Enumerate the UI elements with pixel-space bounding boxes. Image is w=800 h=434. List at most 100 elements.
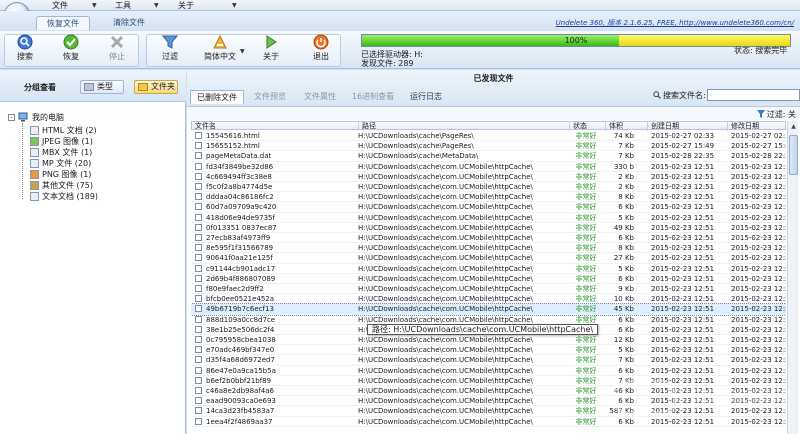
view-by-type-button[interactable]: 类型 [80,80,124,94]
row-status: 非常好 [575,417,597,426]
row-checkbox[interactable] [195,325,202,333]
table-row[interactable]: 15655152.html H:\UCDownloads\cache\PageRe… [191,141,786,152]
table-row[interactable]: 60d7a09709a9c420 H:\UCDownloads\cache\com… [191,202,786,213]
tab-recover-files[interactable]: 恢复文件 [36,16,90,30]
tree-root-my-computer[interactable]: - 我的电脑 [8,112,178,123]
row-checkbox[interactable] [195,397,202,405]
row-size: 7 Kb [618,142,634,151]
row-checkbox[interactable] [195,213,202,221]
col-header-modified[interactable]: 修改日期 [727,122,787,131]
row-checkbox[interactable] [195,193,202,201]
tree-item[interactable]: MP 文件 (20) [30,158,190,169]
col-header-filename[interactable]: 文件名 [192,122,358,131]
table-row[interactable]: 15545616.html H:\UCDownloads\cache\PageRe… [191,131,786,142]
table-row[interactable]: 90641f0aa21e125f H:\UCDownloads\cache\com… [191,253,786,264]
table-row[interactable]: pageMetaData.dat H:\UCDownloads\cache\Met… [191,151,786,162]
row-checkbox[interactable] [195,387,202,394]
tab-wipe-files[interactable]: 清除文件 [102,16,156,30]
col-header-status[interactable]: 状态 [569,122,605,131]
tree-item[interactable]: PNG 图像 (1) [30,169,190,180]
tree-item[interactable]: 文本文档 (189) [30,191,190,202]
tree-item[interactable]: JPEG 图像 (1) [30,136,190,147]
table-row[interactable]: bfcb0ee0521e452a H:\UCDownloads\cache\com… [191,294,786,305]
row-checkbox[interactable] [195,162,202,170]
tab-run-log[interactable]: 运行日志 [403,90,449,104]
tab-file-properties[interactable]: 文件属性 [297,90,343,104]
table-row[interactable]: 0f013351 0837ec87 H:\UCDownloads\cache\co… [191,223,786,233]
tree-item[interactable]: 其他文件 (75) [30,180,190,191]
view-by-folder-label: 文件夹 [151,82,175,91]
language-dropdown-arrow-icon[interactable]: ▼ [240,48,245,55]
tab-deleted-files[interactable]: 已删除文件 [190,90,244,104]
table-row[interactable]: f80e9faec2d9ff2 H:\UCDownloads\cache\com.… [191,284,786,295]
tab-hex-view[interactable]: 16进制查看 [347,90,399,104]
scroll-up-arrow-icon[interactable]: ▲ [789,122,798,132]
row-checkbox[interactable] [195,366,202,374]
tree-item[interactable]: HTML 文档 (2) [30,125,190,136]
table-row[interactable]: 418d06e94de9735f H:\UCDownloads\cache\com… [191,213,786,223]
table-row[interactable]: d35f4a68d6972ed7 H:\UCDownloads\cache\com… [191,355,786,366]
table-row[interactable]: 2d69b4f886807089 H:\UCDownloads\cache\com… [191,274,786,284]
row-checkbox[interactable] [195,336,202,343]
row-checkbox[interactable] [195,274,202,282]
row-checkbox[interactable] [195,305,202,313]
row-status: 非常好 [575,142,597,151]
col-header-created[interactable]: 创建日期 [647,122,727,131]
row-checkbox[interactable] [195,264,202,272]
row-checkbox[interactable] [195,295,202,303]
table-row[interactable]: fd34f3849be32d86 H:\UCDownloads\cache\com… [191,162,786,172]
row-checkbox[interactable] [195,254,202,262]
table-row[interactable]: 49b6719b7c6ecf13 H:\UCDownloads\cache\com… [191,303,786,316]
tree-item[interactable]: MBX 文件 (1) [30,147,190,158]
row-checkbox[interactable] [195,315,202,323]
row-checkbox[interactable] [195,132,202,139]
row-checkbox[interactable] [195,172,202,180]
tab-file-preview[interactable]: 文件预览 [247,90,293,104]
menu-file-arrow-icon[interactable]: ▼ [92,0,97,11]
filter-status[interactable]: 过滤: 关 [756,109,796,120]
menu-about[interactable]: 关于 [178,0,194,11]
row-checkbox[interactable] [195,203,202,211]
col-header-path[interactable]: 路径 [358,122,569,131]
view-by-folder-button[interactable]: 文件夹 [134,80,178,94]
row-size: 6 Kb [618,203,634,212]
menu-tools[interactable]: 工具 [115,0,131,11]
row-checkbox[interactable] [195,346,202,354]
table-row[interactable]: e70adc469bf347e0 H:\UCDownloads\cache\com… [191,345,786,356]
row-checkbox[interactable] [195,285,202,292]
table-row[interactable]: 8e595f1f31566789 H:\UCDownloads\cache\com… [191,243,786,254]
row-checkbox[interactable] [195,244,202,252]
row-checkbox[interactable] [195,417,202,425]
row-checkbox[interactable] [195,234,202,241]
row-checkbox[interactable] [195,356,202,364]
table-row[interactable]: 27ecb83af4973ff9 H:\UCDownloads\cache\com… [191,233,786,244]
row-checkbox[interactable] [195,223,202,231]
table-row[interactable]: dddaa04c86186fc2 H:\UCDownloads\cache\com… [191,192,786,203]
row-modified: 2015-02-23 12:51 [731,254,786,263]
row-modified: 2015-02-23 12:51 [731,285,786,293]
recover-button[interactable]: 恢复 [53,34,89,66]
row-checkbox[interactable] [195,152,202,160]
table-row[interactable]: f5c0f2a8b4774d5e H:\UCDownloads\cache\com… [191,182,786,193]
col-header-size[interactable]: 体积 [605,122,647,131]
table-row[interactable]: 0c795958cbea1038 H:\UCDownloads\cache\com… [191,335,786,346]
language-button[interactable]: 简体中文 [196,34,244,66]
scroll-thumb[interactable] [789,135,798,175]
menu-tools-arrow-icon[interactable]: ▼ [154,0,159,11]
row-checkbox[interactable] [195,183,202,190]
table-row[interactable]: c91144cb901adc17 H:\UCDownloads\cache\com… [191,264,786,274]
row-checkbox[interactable] [195,142,202,150]
menu-about-arrow-icon[interactable]: ▼ [232,0,237,11]
table-row[interactable]: 4c669494ff3c38e8 H:\UCDownloads\cache\com… [191,172,786,182]
menu-file[interactable]: 文件 [52,0,68,11]
search-filename-input[interactable] [707,89,800,101]
about-button[interactable]: 关于 [253,34,289,66]
row-checkbox[interactable] [195,407,202,415]
tree-collapse-icon[interactable]: - [8,114,15,121]
stop-button[interactable]: 停止 [99,34,135,66]
row-checkbox[interactable] [195,376,202,384]
app-title-link[interactable]: Undelete 360, 版本 2.1.6.25, FREE, http://… [556,18,794,28]
filter-button[interactable]: 过滤 [152,34,188,66]
search-button[interactable]: 搜索 [7,34,43,66]
exit-button[interactable]: 退出 [303,34,339,66]
